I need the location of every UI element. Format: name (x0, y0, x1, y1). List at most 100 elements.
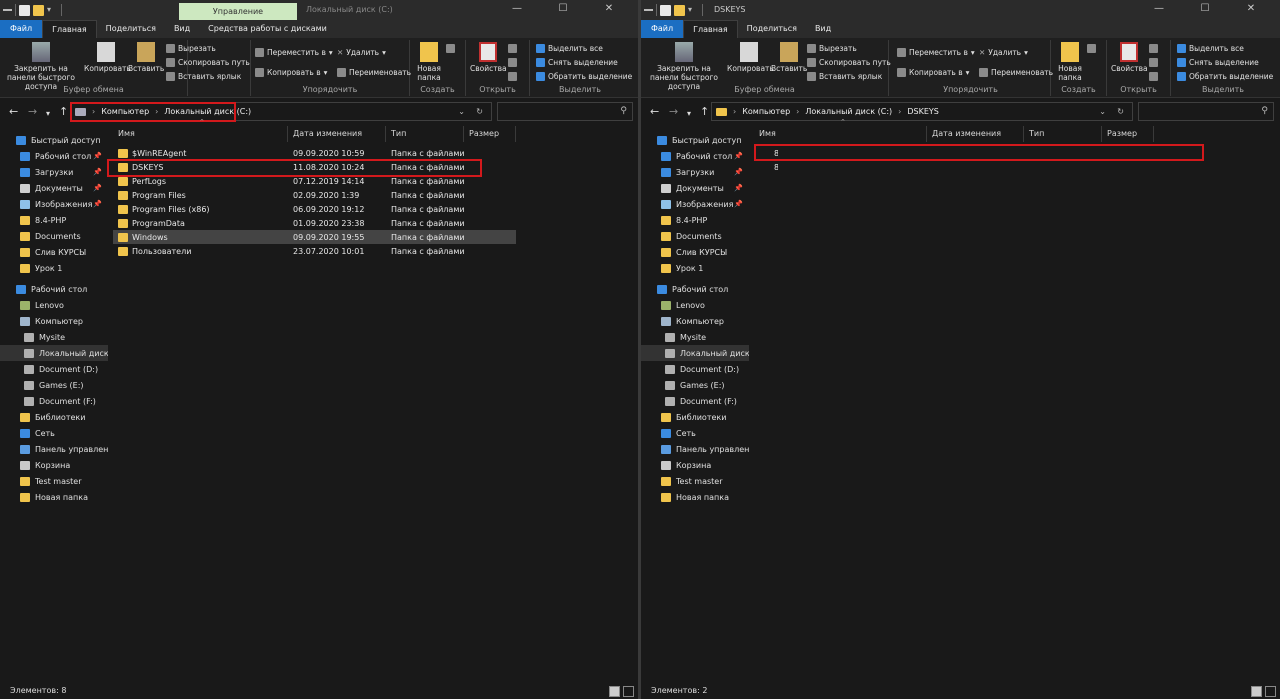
nav-item[interactable]: Рабочий стол (0, 281, 108, 297)
file-row[interactable]: ProgramData 01.09.2020 23:38 Папка с файла… (113, 216, 516, 230)
select-none-button[interactable]: Снять выделение (1177, 58, 1259, 67)
column-size[interactable]: Размер (464, 126, 516, 142)
chevron-down-icon[interactable]: ⌄ (458, 107, 465, 116)
column-size[interactable]: Размер (1102, 126, 1154, 142)
nav-item[interactable]: Загрузки 📌 (0, 164, 108, 180)
nav-item[interactable]: Урок 1 (641, 260, 749, 276)
open-button[interactable] (1149, 44, 1158, 53)
tab-home[interactable]: Главная (683, 20, 738, 38)
nav-item[interactable]: Локальный диск (641, 345, 749, 361)
pin-quick-access-button[interactable]: Закрепить на панели быстрого доступа (2, 42, 80, 91)
file-row[interactable]: Пользователи 23.07.2020 10:01 Папка с файл… (113, 244, 516, 258)
new-item-button[interactable] (446, 44, 455, 53)
details-view-button[interactable] (1251, 686, 1262, 697)
refresh-icon[interactable]: ↻ (476, 107, 483, 116)
invert-selection-button[interactable]: Обратить выделение (1177, 72, 1273, 81)
select-all-button[interactable]: Выделить все (536, 44, 603, 53)
nav-item[interactable]: Урок 1 (0, 260, 108, 276)
pinned-icon[interactable]: 📌 (734, 200, 743, 208)
breadcrumb-local-disk[interactable]: Локальный диск (C:) (164, 107, 251, 116)
copy-to-button[interactable]: Копировать в ▾ (897, 68, 969, 77)
nav-item[interactable]: Библиотеки (641, 409, 749, 425)
nav-item[interactable]: Документы 📌 (0, 180, 108, 196)
cut-button[interactable]: Вырезать (166, 44, 216, 53)
new-folder-quick-icon[interactable] (674, 4, 685, 16)
nav-item[interactable]: Document (F:) (641, 393, 749, 409)
recent-chevron-icon[interactable]: ▾ (687, 108, 691, 119)
move-to-button[interactable]: Переместить в ▾ (255, 48, 333, 57)
nav-item[interactable]: Локальный диск (0, 345, 108, 361)
pinned-icon[interactable]: 📌 (734, 184, 743, 192)
breadcrumb-local-disk[interactable]: Локальный диск (C:) (805, 107, 892, 116)
pinned-icon[interactable]: 📌 (93, 200, 102, 208)
open-button[interactable] (508, 44, 517, 53)
nav-item[interactable]: Mysite (641, 329, 749, 345)
nav-item[interactable]: Слив КУРСЫ (641, 244, 749, 260)
cut-button[interactable]: Вырезать (807, 44, 857, 53)
tab-view[interactable]: Вид (806, 20, 840, 38)
nav-item[interactable]: 8.4-PHP (0, 212, 108, 228)
nav-item[interactable]: Mysite (0, 329, 108, 345)
chevron-down-icon[interactable]: ▾ (47, 5, 58, 16)
nav-item[interactable]: Корзина (641, 457, 749, 473)
nav-item[interactable]: Документы 📌 (641, 180, 749, 196)
nav-item[interactable]: Рабочий стол 📌 (641, 148, 749, 164)
nav-item[interactable]: Test master (0, 473, 108, 489)
pinned-icon[interactable]: 📌 (93, 168, 102, 176)
breadcrumb-dskeys[interactable]: DSKEYS (907, 107, 939, 116)
nav-item[interactable]: Рабочий стол 📌 (0, 148, 108, 164)
copy-button[interactable]: Копировать (727, 42, 774, 73)
nav-item[interactable]: Рабочий стол (641, 281, 749, 297)
tab-share[interactable]: Поделиться (738, 20, 806, 38)
new-folder-button[interactable]: Новая папка (414, 42, 444, 82)
nav-item[interactable]: Documents (0, 228, 108, 244)
nav-item[interactable]: Сеть (0, 425, 108, 441)
new-item-button[interactable] (1087, 44, 1096, 53)
large-icons-view-button[interactable] (1265, 686, 1276, 697)
pinned-icon[interactable]: 📌 (734, 168, 743, 176)
tab-drive-tools[interactable]: Средства работы с дисками (199, 20, 336, 38)
file-row[interactable]: DSKEYS 11.08.2020 10:24 Папка с файлами (113, 160, 516, 174)
paste-shortcut-button[interactable]: Вставить ярлык (807, 72, 882, 81)
invert-selection-button[interactable]: Обратить выделение (536, 72, 632, 81)
tab-home[interactable]: Главная (42, 20, 97, 38)
copy-to-button[interactable]: Копировать в ▾ (255, 68, 327, 77)
system-menu-icon[interactable] (3, 9, 12, 11)
properties-quick-icon[interactable] (19, 4, 30, 16)
search-input[interactable]: ⚲ (1138, 102, 1274, 121)
column-name[interactable]: Имя (754, 126, 927, 142)
properties-button[interactable]: Свойства (470, 42, 507, 73)
tab-file[interactable]: Файл (0, 20, 43, 38)
nav-item[interactable]: Document (F:) (0, 393, 108, 409)
nav-item[interactable]: Documents (641, 228, 749, 244)
properties-button[interactable]: Свойства (1111, 42, 1148, 73)
nav-item[interactable]: Быстрый доступ (0, 132, 108, 148)
nav-item[interactable]: Изображения 📌 (0, 196, 108, 212)
minimize-button[interactable]: — (494, 3, 540, 15)
nav-item[interactable]: Панель управлени (641, 441, 749, 457)
system-menu-icon[interactable] (644, 9, 653, 11)
new-folder-quick-icon[interactable] (33, 4, 44, 16)
column-type[interactable]: Тип (386, 126, 464, 142)
details-view-button[interactable] (609, 686, 620, 697)
forward-button[interactable]: → (28, 106, 37, 117)
back-button[interactable]: ← (9, 106, 18, 117)
file-row[interactable]: $WinREAgent 09.09.2020 10:59 Папка с файла… (113, 146, 516, 160)
nav-item[interactable]: Загрузки 📌 (641, 164, 749, 180)
close-button[interactable]: ✕ (586, 3, 632, 15)
properties-quick-icon[interactable] (660, 4, 671, 16)
nav-item[interactable]: Библиотеки (0, 409, 108, 425)
history-button[interactable] (1149, 72, 1158, 81)
nav-item[interactable]: Lenovo (641, 297, 749, 313)
close-button[interactable]: ✕ (1228, 3, 1274, 15)
file-row[interactable]: PerfLogs 07.12.2019 14:14 Папка с файлами (113, 174, 516, 188)
file-row[interactable]: Windows 09.09.2020 19:55 Папка с файлами (113, 230, 516, 244)
column-type[interactable]: Тип (1024, 126, 1102, 142)
up-button[interactable]: ↑ (59, 106, 68, 117)
pinned-icon[interactable]: 📌 (93, 152, 102, 160)
search-input[interactable]: ⚲ (497, 102, 633, 121)
pinned-icon[interactable]: 📌 (734, 152, 743, 160)
nav-item[interactable]: Document (D:) (641, 361, 749, 377)
paste-button[interactable]: Вставить (128, 42, 164, 73)
chevron-down-icon[interactable]: ▾ (688, 5, 699, 16)
